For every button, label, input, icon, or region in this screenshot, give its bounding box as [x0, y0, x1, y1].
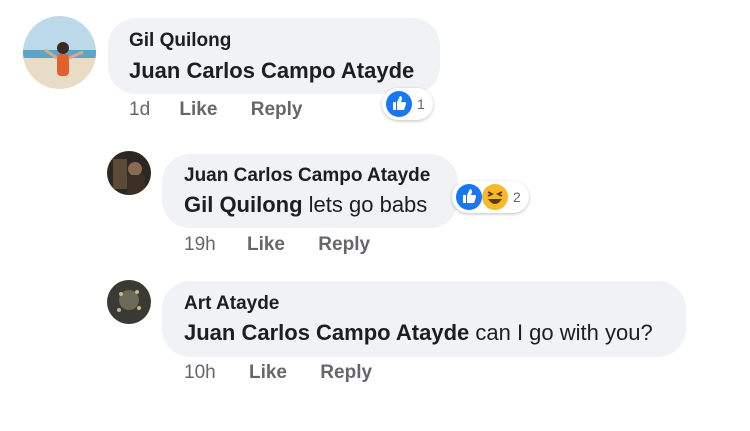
like-button[interactable]: Like	[247, 234, 285, 256]
mention-link[interactable]: Juan Carlos Campo Atayde	[184, 320, 469, 345]
timestamp[interactable]: 10h	[184, 362, 216, 384]
comment-text: Juan Carlos Campo Atayde can I go with y…	[184, 320, 653, 346]
comment-author[interactable]: Juan Carlos Campo Atayde	[184, 165, 430, 187]
avatar-gil-quilong[interactable]	[23, 16, 96, 89]
reaction-count: 1	[417, 96, 425, 112]
reactions-summary[interactable]: 2	[452, 181, 529, 213]
like-icon	[456, 184, 482, 210]
comment-author[interactable]: Gil Quilong	[129, 30, 231, 52]
comment-text: Gil Quilong lets go babs	[184, 192, 427, 218]
haha-icon	[482, 184, 508, 210]
like-icon	[386, 91, 412, 117]
timestamp[interactable]: 19h	[184, 234, 216, 256]
comment-actions: 19h Like Reply	[184, 234, 370, 256]
reply-button[interactable]: Reply	[318, 234, 370, 256]
comment-author[interactable]: Art Atayde	[184, 293, 279, 315]
reply-button[interactable]: Reply	[251, 99, 303, 121]
comment-text: Juan Carlos Campo Atayde	[129, 58, 414, 84]
mention-link[interactable]: Gil Quilong	[184, 192, 303, 217]
mention-link[interactable]: Juan Carlos Campo Atayde	[129, 58, 414, 83]
like-button[interactable]: Like	[179, 99, 217, 121]
reaction-count: 2	[513, 189, 521, 205]
comment-body: can I go with you?	[469, 320, 653, 345]
timestamp[interactable]: 1d	[129, 99, 150, 121]
comment-actions: 10h Like Reply	[184, 362, 372, 384]
reactions-summary[interactable]: 1	[382, 88, 433, 120]
avatar-art-atayde[interactable]	[107, 280, 151, 324]
reply-button[interactable]: Reply	[320, 362, 372, 384]
like-button[interactable]: Like	[249, 362, 287, 384]
avatar-juan-carlos[interactable]	[107, 151, 151, 195]
comment-actions: 1d Like Reply	[129, 99, 302, 121]
comment-body: lets go babs	[302, 192, 428, 217]
